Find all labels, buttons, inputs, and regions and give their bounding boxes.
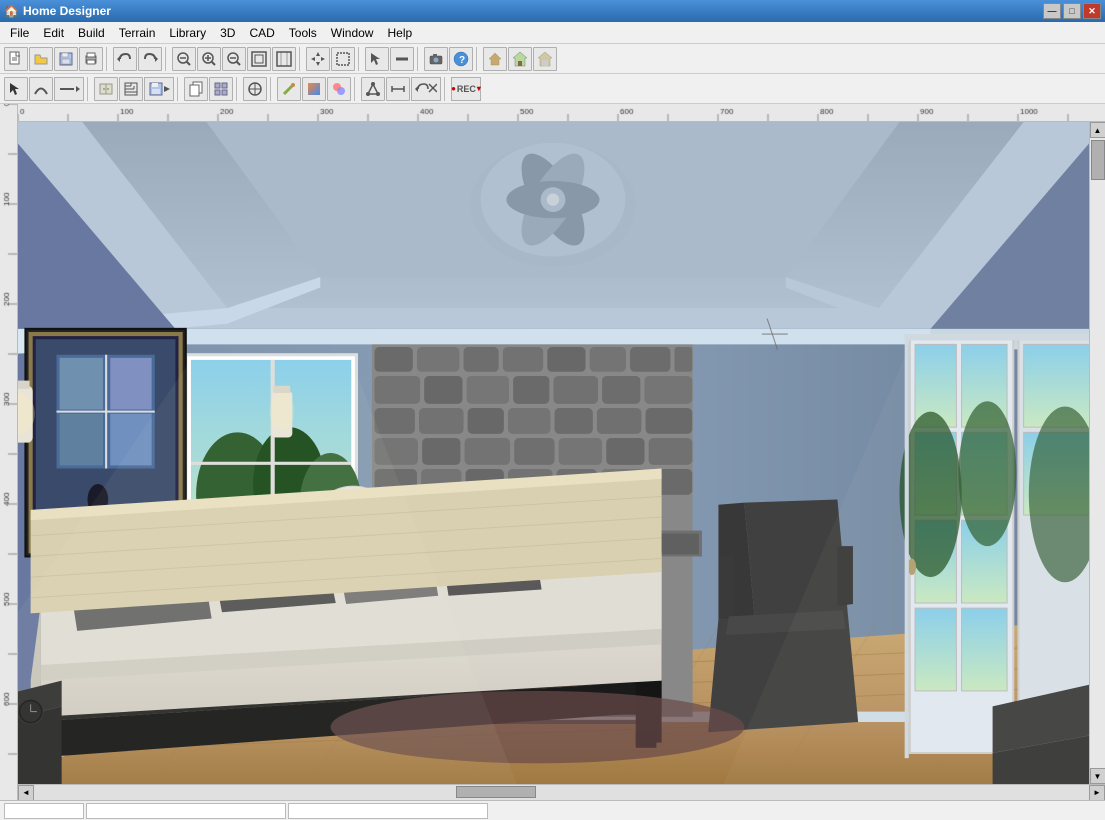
toolbar2: ● REC ▾ <box>0 74 1105 104</box>
scroll-down-arrow[interactable]: ▼ <box>1090 768 1105 784</box>
sep-t2-6 <box>444 77 448 101</box>
print-button[interactable] <box>79 47 103 71</box>
sep3 <box>299 47 303 71</box>
material-button[interactable] <box>327 77 351 101</box>
horizontal-scroll-track[interactable] <box>34 785 1089 801</box>
menu-library[interactable]: Library <box>163 24 212 42</box>
toolbar1: ? <box>0 44 1105 74</box>
title-bar-controls: — □ ✕ <box>1043 3 1101 19</box>
status-panel-1 <box>4 803 84 819</box>
sep2 <box>165 47 169 71</box>
zoom-control-button[interactable] <box>172 47 196 71</box>
record-button[interactable]: ● REC ▾ <box>451 77 481 101</box>
transform-button[interactable] <box>361 77 385 101</box>
house3-button[interactable] <box>533 47 557 71</box>
zoom-in-button[interactable] <box>197 47 221 71</box>
scroll-right-arrow[interactable]: ► <box>1089 785 1105 801</box>
sep-t2-5 <box>354 77 358 101</box>
menu-cad[interactable]: CAD <box>243 24 280 42</box>
app-icon: 🏠 <box>4 4 19 18</box>
top-ruler <box>18 104 1105 122</box>
menu-tools[interactable]: Tools <box>283 24 323 42</box>
redo-button[interactable] <box>138 47 162 71</box>
new-button[interactable] <box>4 47 28 71</box>
zoom-fit-button[interactable] <box>272 47 296 71</box>
menu-terrain[interactable]: Terrain <box>113 24 162 42</box>
scroll-left-arrow[interactable]: ◄ <box>18 785 34 801</box>
snap-button[interactable] <box>243 77 267 101</box>
cabinet-tool-button[interactable] <box>94 77 118 101</box>
sep-t2-2 <box>177 77 181 101</box>
fit-view-button[interactable] <box>247 47 271 71</box>
sep-t2-3 <box>236 77 240 101</box>
arrow-button[interactable] <box>365 47 389 71</box>
horizontal-scrollbar: ◄ ► <box>18 784 1105 800</box>
close-button[interactable]: ✕ <box>1083 3 1101 19</box>
scroll-up-arrow[interactable]: ▲ <box>1090 122 1105 138</box>
sep4 <box>358 47 362 71</box>
menu-file[interactable]: File <box>4 24 35 42</box>
sep6 <box>476 47 480 71</box>
sep-t2-4 <box>270 77 274 101</box>
house1-button[interactable] <box>483 47 507 71</box>
left-ruler <box>0 104 18 800</box>
rotate-button[interactable] <box>411 77 441 101</box>
status-bar <box>0 800 1105 820</box>
select-region-button[interactable] <box>331 47 355 71</box>
sep1 <box>106 47 110 71</box>
sep5 <box>417 47 421 71</box>
svg-text:?: ? <box>459 55 465 66</box>
wall-tool-button[interactable] <box>54 77 84 101</box>
minimize-button[interactable]: — <box>1043 3 1061 19</box>
status-panel-3 <box>288 803 488 819</box>
status-panel-2 <box>86 803 286 819</box>
pan-button[interactable] <box>306 47 330 71</box>
sep-t2-1 <box>87 77 91 101</box>
house2-button[interactable] <box>508 47 532 71</box>
menu-edit[interactable]: Edit <box>37 24 70 42</box>
open-button[interactable] <box>29 47 53 71</box>
gradient-button[interactable] <box>302 77 326 101</box>
vertical-scrollbar[interactable]: ▲ ▼ <box>1089 122 1105 784</box>
arc-tool-button[interactable] <box>29 77 53 101</box>
title-bar: 🏠 Home Designer — □ ✕ <box>0 0 1105 22</box>
camera-button[interactable] <box>424 47 448 71</box>
app-title: Home Designer <box>23 4 111 18</box>
dimension-button[interactable] <box>386 77 410 101</box>
scroll-thumb-vertical[interactable] <box>1091 140 1105 180</box>
group-button[interactable] <box>209 77 233 101</box>
maximize-button[interactable]: □ <box>1063 3 1081 19</box>
copy-button[interactable] <box>184 77 208 101</box>
paintbrush-button[interactable] <box>277 77 301 101</box>
menu-3d[interactable]: 3D <box>214 24 241 42</box>
title-bar-left: 🏠 Home Designer <box>4 4 111 18</box>
menu-help[interactable]: Help <box>381 24 418 42</box>
menu-window[interactable]: Window <box>325 24 380 42</box>
stairs-tool-button[interactable] <box>119 77 143 101</box>
wall-button[interactable] <box>390 47 414 71</box>
save-tool-button[interactable] <box>144 77 174 101</box>
save-button[interactable] <box>54 47 78 71</box>
zoom-out-button[interactable] <box>222 47 246 71</box>
help-button[interactable]: ? <box>449 47 473 71</box>
menu-bar: File Edit Build Terrain Library 3D CAD T… <box>0 22 1105 44</box>
select-tool-button[interactable] <box>4 77 28 101</box>
scroll-thumb-horizontal[interactable] <box>456 786 536 798</box>
undo-button[interactable] <box>113 47 137 71</box>
menu-build[interactable]: Build <box>72 24 111 42</box>
scene-viewport[interactable] <box>18 122 1089 784</box>
